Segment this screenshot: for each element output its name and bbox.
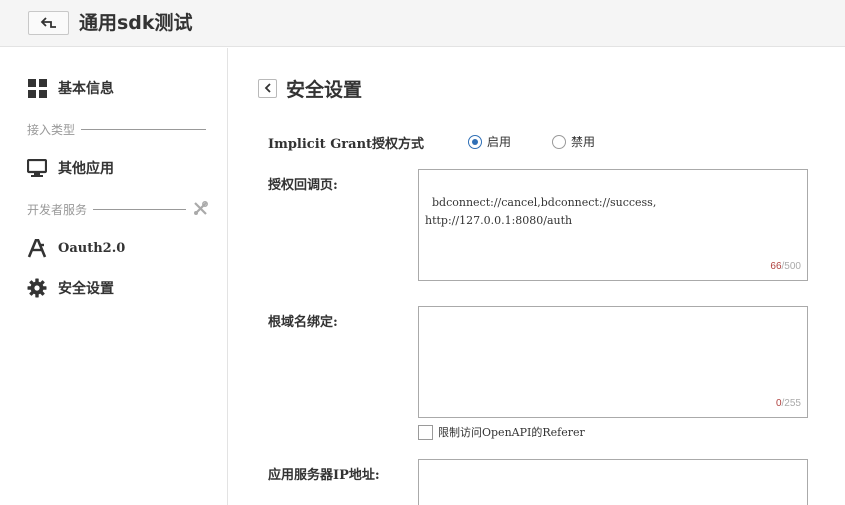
sidebar-item-other-apps[interactable]: 其他应用 (27, 156, 114, 180)
root-domain-textarea[interactable]: 0/255 (418, 306, 808, 418)
sidebar-item-security-settings[interactable]: 安全设置 (27, 276, 114, 300)
collapse-button[interactable] (258, 78, 277, 98)
section-label: 接入类型 (27, 123, 76, 137)
sidebar-item-label: 其他应用 (58, 161, 114, 177)
divider (93, 209, 187, 210)
sidebar-item-basic-info[interactable]: 基本信息 (27, 76, 114, 100)
checkbox-label: 限制访问OpenAPI的Referer (438, 426, 585, 439)
referer-checkbox-row[interactable]: 限制访问OpenAPI的Referer (418, 424, 585, 440)
char-counter: 66/500 (770, 258, 801, 276)
sidebar-item-label: Oauth2.0 (58, 240, 126, 256)
section-developer-services: 开发者服务 (27, 201, 187, 218)
section-access-type: 接入类型 (27, 121, 207, 138)
server-ip-textarea[interactable] (418, 459, 808, 505)
sidebar-item-label: 基本信息 (58, 81, 114, 97)
sidebar-item-label: 安全设置 (58, 281, 114, 297)
implicit-grant-label: Implicit Grant授权方式 (268, 137, 425, 152)
char-max: /500 (781, 261, 801, 272)
radio-label: 启用 (487, 135, 512, 149)
divider (81, 129, 207, 130)
radio-disable[interactable]: 禁用 (552, 133, 595, 150)
sidebar: 基本信息 接入类型 其他应用 开发者服务 Oauth2.0 安全设置 (0, 48, 228, 505)
grid-icon (27, 78, 47, 98)
redirect-uri-value: bdconnect://cancel,bdconnect://success, … (425, 196, 657, 227)
redirect-uri-textarea[interactable]: bdconnect://cancel,bdconnect://success, … (418, 169, 808, 281)
char-max: /255 (781, 398, 801, 409)
section-label: 开发者服务 (27, 203, 88, 217)
tools-icon[interactable] (193, 201, 208, 216)
back-button[interactable] (28, 11, 69, 35)
page-title: 安全设置 (286, 78, 363, 101)
return-icon (40, 17, 56, 28)
referer-checkbox[interactable] (418, 424, 433, 440)
root-domain-label: 根域名绑定: (268, 315, 338, 330)
radio-button-checked[interactable] (468, 134, 482, 149)
chevron-left-icon (264, 83, 271, 93)
radio-button[interactable] (552, 134, 566, 149)
radio-enable[interactable]: 启用 (468, 133, 511, 150)
monitor-icon (27, 158, 47, 178)
redirect-uri-label: 授权回调页: (268, 178, 338, 193)
gear-icon (27, 278, 47, 298)
top-bar: 通用sdk测试 (0, 0, 845, 47)
server-ip-label: 应用服务器IP地址: (268, 468, 380, 483)
oauth-icon (27, 238, 47, 258)
sidebar-item-oauth[interactable]: Oauth2.0 (27, 236, 125, 260)
radio-label: 禁用 (571, 135, 596, 149)
page-header: 安全设置 (258, 76, 363, 101)
char-counter: 0/255 (776, 395, 801, 413)
app-title: 通用sdk测试 (79, 12, 193, 34)
char-count: 66 (770, 261, 782, 272)
